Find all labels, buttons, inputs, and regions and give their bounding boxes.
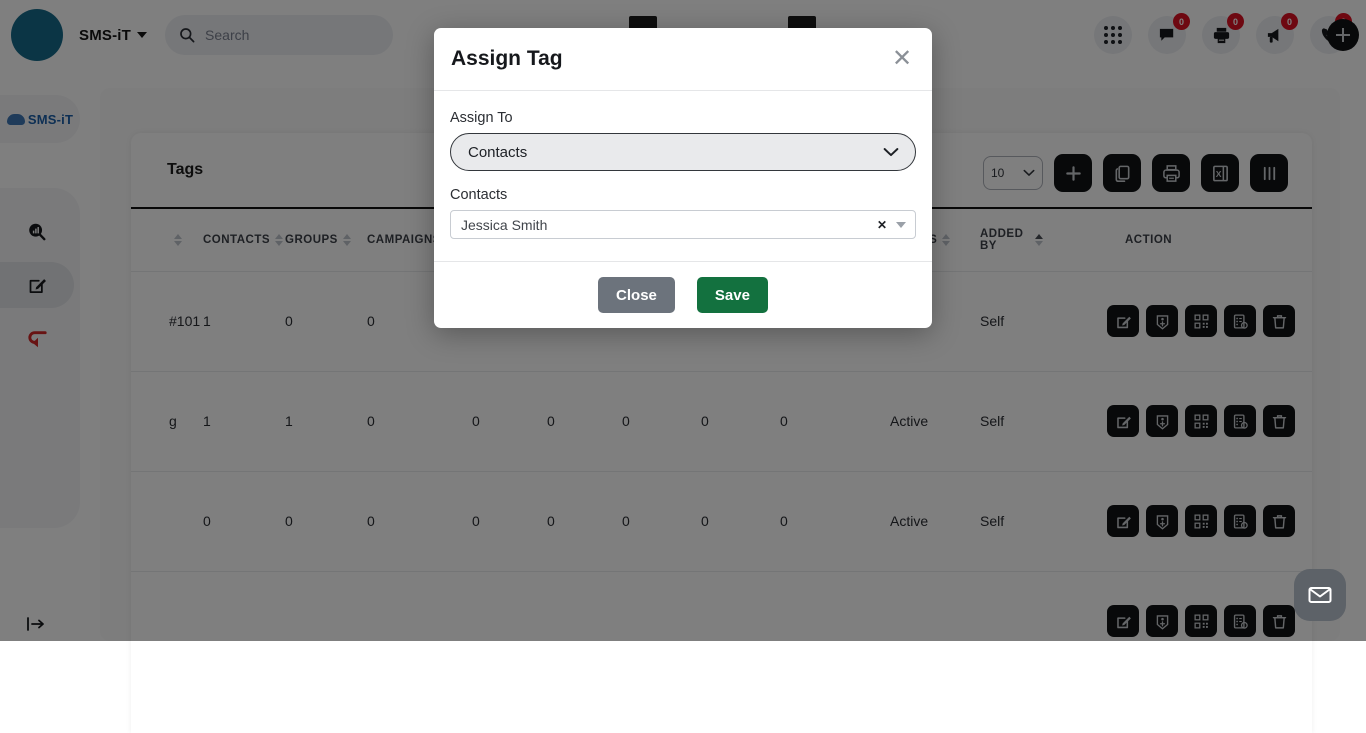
- caret-down-icon[interactable]: [896, 222, 906, 228]
- modal-footer: Close Save: [434, 261, 932, 328]
- contacts-label: Contacts: [450, 187, 916, 203]
- assign-to-label: Assign To: [450, 110, 916, 126]
- envelope-icon: [1307, 582, 1333, 608]
- assign-tag-modal: Assign Tag ✕ Assign To Contacts Contacts…: [434, 28, 932, 328]
- contacts-select[interactable]: Jessica Smith ✕: [450, 210, 916, 239]
- contacts-select-controls: ✕: [877, 218, 906, 232]
- chevron-down-icon: [883, 147, 899, 157]
- modal-title: Assign Tag: [451, 47, 563, 71]
- compose-mail-fab[interactable]: [1294, 569, 1346, 621]
- contacts-value: Jessica Smith: [461, 217, 547, 233]
- save-button[interactable]: Save: [697, 277, 768, 313]
- close-button[interactable]: Close: [598, 277, 675, 313]
- clear-x-icon[interactable]: ✕: [877, 218, 887, 232]
- assign-to-select[interactable]: Contacts: [450, 133, 916, 171]
- modal-body: Assign To Contacts Contacts Jessica Smit…: [434, 91, 932, 261]
- modal-header: Assign Tag ✕: [434, 28, 932, 91]
- close-icon[interactable]: ✕: [888, 45, 916, 73]
- assign-to-value: Contacts: [468, 144, 527, 161]
